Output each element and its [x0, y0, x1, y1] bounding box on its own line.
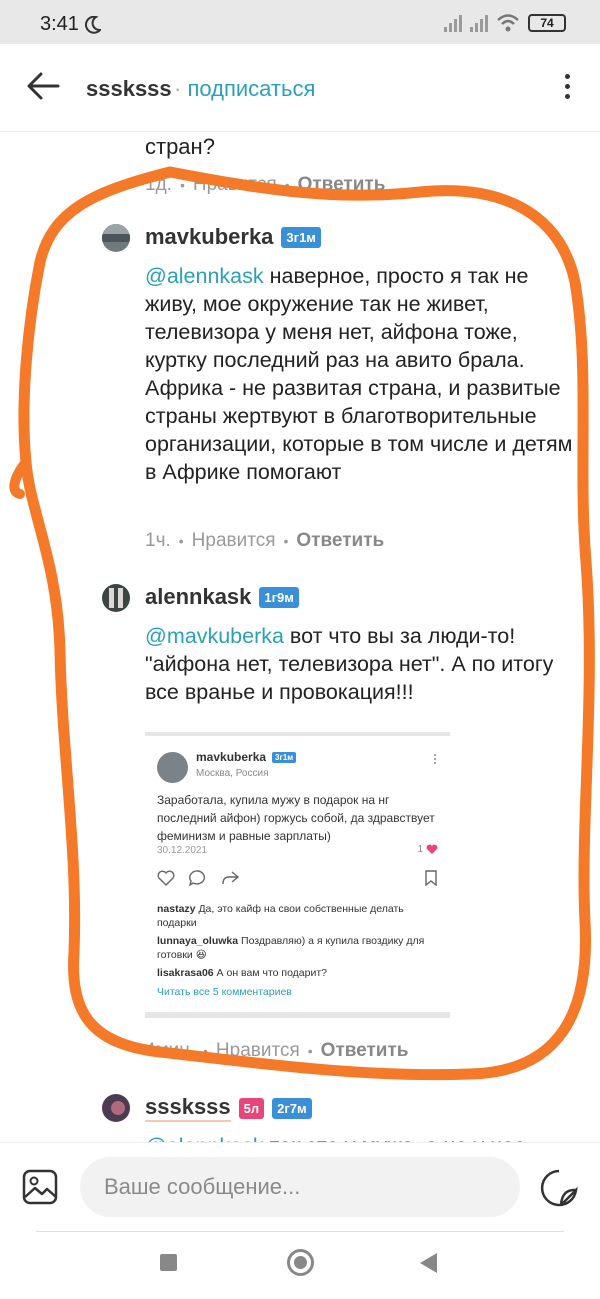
- like-button[interactable]: Нравится: [216, 1040, 300, 1062]
- user-tag-badge: 2г7м: [272, 1097, 312, 1119]
- embed-comment: lisakrasa06 А он вам что подарит?: [157, 966, 437, 980]
- reply-button[interactable]: Ответить: [298, 174, 386, 196]
- embed-like-count: 1: [417, 844, 423, 855]
- embed-read-all-link: Читать все 5 комментариев: [157, 986, 292, 998]
- username-text[interactable]: sssksss: [145, 1094, 231, 1122]
- previous-comment-meta: 1д. • Нравится • Ответить: [145, 174, 386, 196]
- comment-meta: 4мин. • Нравится • Ответить: [145, 1040, 409, 1062]
- embed-comment-user: nastazy: [157, 903, 196, 915]
- comment-text: @alennkask так это у мужа, а не у нее: [145, 1132, 575, 1142]
- comment-text: @mavkuberka вот что вы за люди-то! "айфо…: [145, 622, 575, 706]
- like-button[interactable]: Нравится: [192, 530, 276, 552]
- comment-age: 1ч.: [145, 530, 171, 551]
- recents-icon[interactable]: [160, 1254, 177, 1271]
- previous-comment-text: стран?: [145, 134, 215, 159]
- battery-icon: 74: [528, 14, 566, 32]
- sticker-icon[interactable]: [540, 1169, 578, 1207]
- image-attach-icon[interactable]: [22, 1169, 58, 1205]
- comment-username[interactable]: alennkask 1г9м: [145, 584, 299, 610]
- mention-link[interactable]: @alennkask: [145, 264, 264, 288]
- mention-link[interactable]: @alennkask: [145, 1134, 264, 1142]
- mention-link[interactable]: @mavkuberka: [145, 624, 284, 648]
- embed-location: Москва, Россия: [196, 768, 269, 779]
- comment-age: 1д.: [145, 174, 172, 195]
- comments-list: стран? 1д. • Нравится • Ответить mavkube…: [0, 132, 600, 1142]
- home-icon[interactable]: [287, 1249, 314, 1276]
- embed-username-text: mavkuberka: [196, 750, 267, 764]
- separator-dot: ·: [174, 76, 182, 101]
- avatar[interactable]: [102, 584, 130, 612]
- user-tag-badge: 3г1м: [281, 226, 321, 248]
- embed-likes: 1: [417, 844, 438, 855]
- embed-comment: nastazy Да, это кайф на свои собственные…: [157, 902, 437, 930]
- embed-actions: [157, 870, 439, 886]
- like-button[interactable]: Нравится: [193, 174, 277, 196]
- reply-button[interactable]: Ответить: [296, 530, 384, 552]
- share-arrow-icon: [222, 871, 239, 885]
- comment-body: так это у мужа, а не у нее: [264, 1134, 526, 1142]
- message-composer: [0, 1142, 600, 1232]
- embed-comment-user: lisakrasa06: [157, 967, 214, 979]
- embed-avatar: [157, 752, 188, 783]
- header-username[interactable]: sssksss: [86, 76, 172, 102]
- comment-meta: 1ч. • Нравится • Ответить: [145, 530, 385, 552]
- message-input[interactable]: [80, 1157, 520, 1217]
- comment-text: @alennkask наверное, просто я так не жив…: [145, 262, 575, 486]
- embed-comment-user: lunnaya_oluwka: [157, 935, 239, 947]
- header: sssksss · подписаться: [0, 44, 600, 132]
- embed-date: 30.12.2021: [157, 845, 208, 856]
- reply-button[interactable]: Ответить: [321, 1040, 409, 1062]
- system-nav-bar: [0, 1232, 600, 1299]
- user-tag-badge: 1г9м: [259, 586, 299, 608]
- more-options-icon[interactable]: [565, 74, 570, 99]
- status-time: 3:41: [40, 13, 101, 36]
- status-bar: 3:41 74: [0, 0, 600, 44]
- comment-body: наверное, просто я так не живу, мое окру…: [145, 264, 573, 484]
- nav-back-icon[interactable]: [420, 1253, 437, 1273]
- embed-username: mavkuberka 3г1м: [196, 750, 297, 764]
- battery-level: 74: [540, 16, 554, 30]
- signal-icon-2: [470, 14, 488, 32]
- username-text[interactable]: alennkask: [145, 584, 251, 610]
- clock-text: 3:41: [40, 13, 79, 35]
- subscribe-label[interactable]: подписаться: [187, 76, 315, 101]
- avatar[interactable]: [102, 224, 130, 252]
- moon-icon: [84, 15, 101, 34]
- wifi-icon: [497, 14, 519, 32]
- comment-username[interactable]: mavkuberka 3г1м: [145, 224, 321, 250]
- username-text[interactable]: mavkuberka: [145, 224, 273, 250]
- avatar[interactable]: [102, 1094, 130, 1122]
- back-arrow-icon[interactable]: [26, 72, 60, 100]
- embed-tag-badge: 3г1м: [272, 751, 297, 763]
- embed-post-text: Заработала, купила мужу в подарок на нг …: [157, 793, 435, 843]
- embed-comment-text: А он вам что подарит?: [213, 967, 328, 979]
- comment-age: 4мин.: [145, 1040, 196, 1061]
- subscribe-link[interactable]: · подписаться: [174, 76, 315, 102]
- heart-icon: [426, 844, 438, 854]
- bookmark-icon: [425, 870, 437, 886]
- embed-more-icon: [434, 754, 436, 764]
- embed-comment: lunnaya_oluwka Поздравляю) а я купила гв…: [157, 934, 437, 962]
- embedded-post-image[interactable]: mavkuberka 3г1м Москва, Россия Заработал…: [145, 732, 450, 1018]
- heart-outline-icon: [157, 870, 175, 886]
- comment-bubble-icon: [189, 870, 206, 886]
- comment-username[interactable]: sssksss 5л 2г7м: [145, 1094, 312, 1122]
- signal-icon: [444, 14, 462, 32]
- user-tag-badge: 5л: [238, 1097, 265, 1119]
